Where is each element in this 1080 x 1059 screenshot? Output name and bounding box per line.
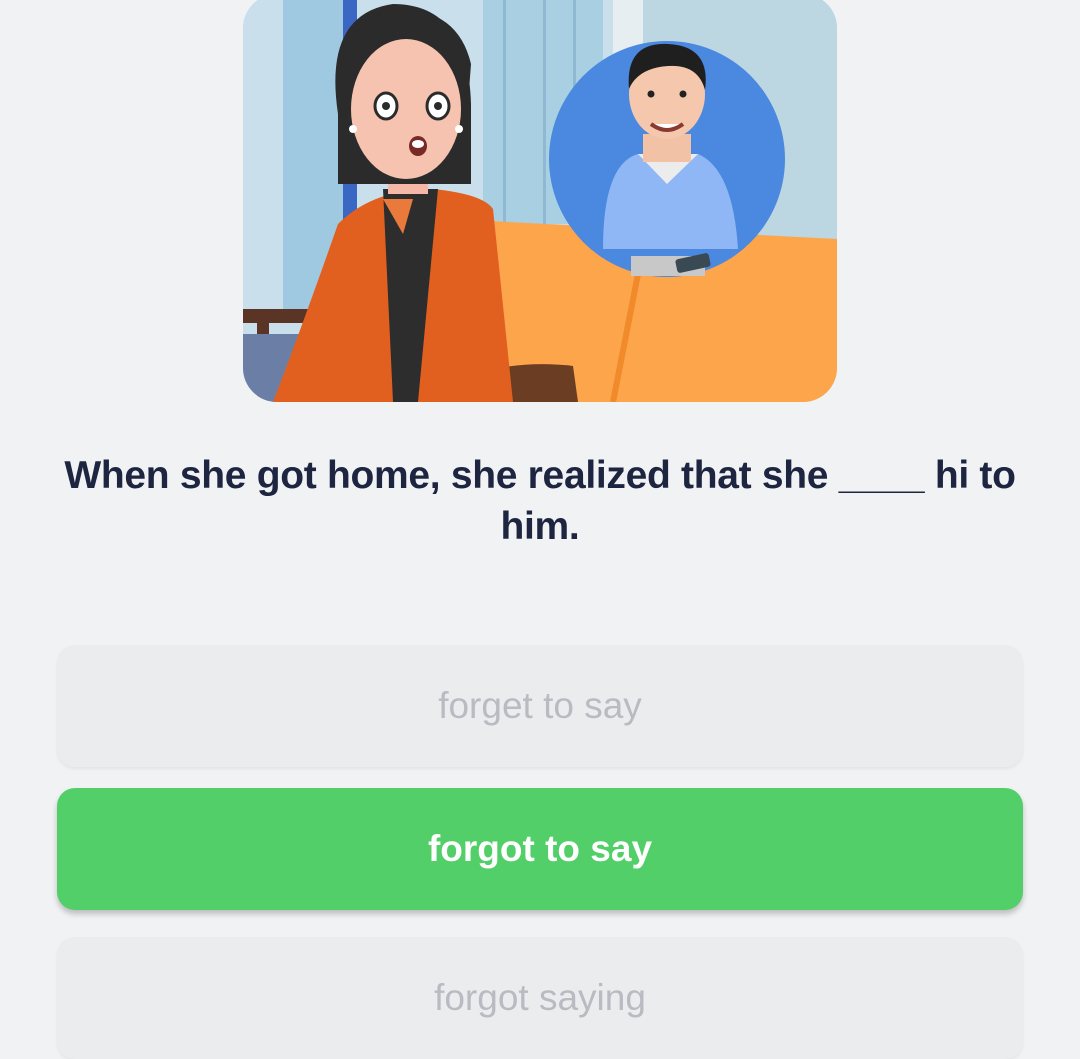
answer-option-forget-to-say[interactable]: forget to say	[57, 645, 1023, 767]
scene-illustration	[243, 0, 837, 402]
answer-option-forgot-to-say[interactable]: forgot to say	[57, 788, 1023, 910]
answer-option-forgot-saying[interactable]: forgot saying	[57, 937, 1023, 1059]
question-text: When she got home, she realized that she…	[64, 454, 1016, 548]
